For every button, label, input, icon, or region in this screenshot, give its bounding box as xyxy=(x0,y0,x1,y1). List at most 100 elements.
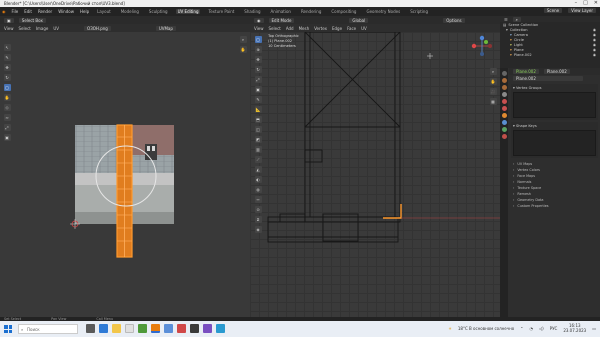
pan-hand-icon[interactable]: ✋ xyxy=(489,78,497,85)
visibility-eye-icon[interactable]: ◉ xyxy=(593,48,600,52)
menu-window[interactable]: Window xyxy=(58,9,74,14)
menu-render[interactable]: Render xyxy=(38,9,52,14)
scene-selector[interactable]: Scene xyxy=(543,8,563,13)
data-name-field[interactable]: Plane.002 xyxy=(513,76,583,81)
clock[interactable]: 16:13 23.07.2023 xyxy=(563,323,586,333)
vp-select-menu[interactable]: Select xyxy=(269,26,281,31)
tab-texture-paint[interactable]: Texture Paint xyxy=(206,9,236,14)
vp-mesh-menu[interactable]: Mesh xyxy=(299,26,310,31)
file-explorer-icon[interactable] xyxy=(112,324,121,333)
vertex-groups-section[interactable]: ▾ Vertex Groups xyxy=(511,84,598,120)
uv-editor-type-button[interactable]: ▣ xyxy=(4,17,14,23)
taskbar-search-input[interactable]: ⌕ Поиск xyxy=(18,324,78,334)
world-tab-icon[interactable] xyxy=(501,106,507,111)
object-name-field[interactable]: Plane.002 xyxy=(513,69,539,74)
close-icon[interactable]: ✕ xyxy=(594,0,598,6)
store-icon[interactable] xyxy=(125,324,134,333)
gizmo-y-icon[interactable] xyxy=(484,40,488,44)
visibility-eye-icon[interactable]: ◉ xyxy=(593,38,600,42)
view-layer-selector[interactable]: View Layer xyxy=(568,8,596,13)
tab-compositing[interactable]: Compositing xyxy=(329,9,358,14)
weather-icon[interactable]: ☀ xyxy=(448,326,452,331)
gizmo-z-icon[interactable] xyxy=(479,35,485,41)
outliner-search[interactable]: ⌕ xyxy=(512,16,521,22)
options-menu[interactable]: Options xyxy=(443,17,465,23)
weather-text[interactable]: 18°C В основном солнечно xyxy=(458,326,514,331)
vp-face-menu[interactable]: Face xyxy=(347,26,356,31)
tab-rendering[interactable]: Rendering xyxy=(299,9,323,14)
visibility-eye-icon[interactable]: ◉ xyxy=(593,28,600,32)
output-tab-icon[interactable] xyxy=(501,85,507,90)
tab-shading[interactable]: Shading xyxy=(242,9,262,14)
tab-scripting[interactable]: Scripting xyxy=(408,9,430,14)
shape-keys-section[interactable]: ▾ Shape Keys xyxy=(511,122,598,158)
tab-animation[interactable]: Animation xyxy=(269,9,293,14)
uvmap-selector[interactable]: UVMap xyxy=(155,25,176,31)
outliner-item[interactable]: ▾ Plane.002 ◉ xyxy=(500,52,600,57)
uv-image-menu[interactable]: Image xyxy=(36,26,49,31)
vp-uv-menu[interactable]: UV xyxy=(361,26,367,31)
window-mesh xyxy=(304,149,323,163)
render-tab-icon[interactable] xyxy=(501,78,507,83)
vp-edge-menu[interactable]: Edge xyxy=(332,26,342,31)
minimize-icon[interactable]: – xyxy=(575,0,578,6)
data-tab-icon[interactable] xyxy=(501,127,507,132)
notifications-icon[interactable]: ▭ xyxy=(592,326,596,331)
gizmo-x-icon[interactable] xyxy=(471,43,477,49)
select-box-button[interactable]: Select Box xyxy=(18,17,46,23)
telegram-icon[interactable] xyxy=(164,324,173,333)
viewport-canvas[interactable]: Top Orthographic (1) Plane.002 10 Centim… xyxy=(250,32,500,317)
windows-start-icon[interactable] xyxy=(4,325,12,333)
vertex-groups-list[interactable] xyxy=(513,92,596,118)
uv-uv-menu[interactable]: UV xyxy=(53,26,59,31)
language-indicator[interactable]: РУС xyxy=(550,326,558,331)
transform-orientation-selector[interactable]: Global xyxy=(349,17,369,23)
grid-view-icon[interactable]: ▦ xyxy=(489,98,497,105)
blender-taskbar-icon[interactable] xyxy=(151,324,160,333)
tab-layout[interactable]: Layout xyxy=(95,9,113,14)
zoom-icon[interactable]: ⌕ xyxy=(489,68,497,75)
uv-select-menu[interactable]: Select xyxy=(19,26,31,31)
task-view-icon[interactable] xyxy=(86,324,95,333)
material-tab-icon[interactable] xyxy=(501,134,507,139)
menu-edit[interactable]: Edit xyxy=(24,9,32,14)
terminal-icon[interactable] xyxy=(190,324,199,333)
shape-keys-list[interactable] xyxy=(513,130,596,156)
blender-logo-icon[interactable]: ◉ xyxy=(2,9,6,14)
media-icon[interactable] xyxy=(177,324,186,333)
tab-sculpting[interactable]: Sculpting xyxy=(147,9,170,14)
scene-tab-icon[interactable] xyxy=(501,99,507,104)
maximize-icon[interactable]: □ xyxy=(583,0,588,6)
image-selector[interactable]: ОЗОН.png xyxy=(84,25,111,31)
viewport-type-button[interactable]: ◉ xyxy=(254,17,264,23)
tool-tab-icon[interactable] xyxy=(501,71,507,76)
tab-geometry-nodes[interactable]: Geometry Nodes xyxy=(364,9,402,14)
uv-editor-canvas[interactable]: ↖ ✎ ✥ ↻ ▢ ✋ ◇ ≈ ⤢ ▣ ⌕ ✋ xyxy=(0,32,250,317)
object-tab-icon[interactable] xyxy=(501,113,507,118)
vp-vertex-menu[interactable]: Vertex xyxy=(314,26,327,31)
network-icon[interactable]: ◔ xyxy=(530,326,534,331)
edge-browser-icon[interactable] xyxy=(99,324,108,333)
menu-file[interactable]: File xyxy=(12,9,19,14)
tab-uv-editing[interactable]: UV Editing xyxy=(175,9,201,14)
mesh-name-field[interactable]: Plane.002 xyxy=(543,69,570,74)
visibility-eye-icon[interactable]: ◉ xyxy=(593,53,600,57)
collapsed-section[interactable]: › Custom Properties xyxy=(509,203,600,209)
uv-view-menu[interactable]: View xyxy=(4,26,14,31)
camera-view-icon[interactable]: 🎥 xyxy=(489,88,497,95)
menu-help[interactable]: Help xyxy=(80,9,89,14)
vp-add-menu[interactable]: Add xyxy=(286,26,294,31)
app-icon[interactable] xyxy=(203,324,212,333)
app-icon-2[interactable] xyxy=(216,324,225,333)
tab-modeling[interactable]: Modeling xyxy=(119,9,141,14)
vp-view-menu[interactable]: View xyxy=(254,26,264,31)
visibility-eye-icon[interactable]: ◉ xyxy=(593,43,600,47)
mode-selector[interactable]: Edit Mode xyxy=(268,17,295,23)
visibility-eye-icon[interactable]: ◉ xyxy=(593,33,600,37)
volume-icon[interactable]: ◁) xyxy=(539,326,544,331)
view-layer-tab-icon[interactable] xyxy=(501,92,507,97)
tray-chevron-icon[interactable]: ⌃ xyxy=(520,326,523,331)
modifier-tab-icon[interactable] xyxy=(501,120,507,125)
chrome-icon[interactable] xyxy=(138,324,147,333)
outliner-type-icon[interactable]: ☰ xyxy=(504,17,508,22)
